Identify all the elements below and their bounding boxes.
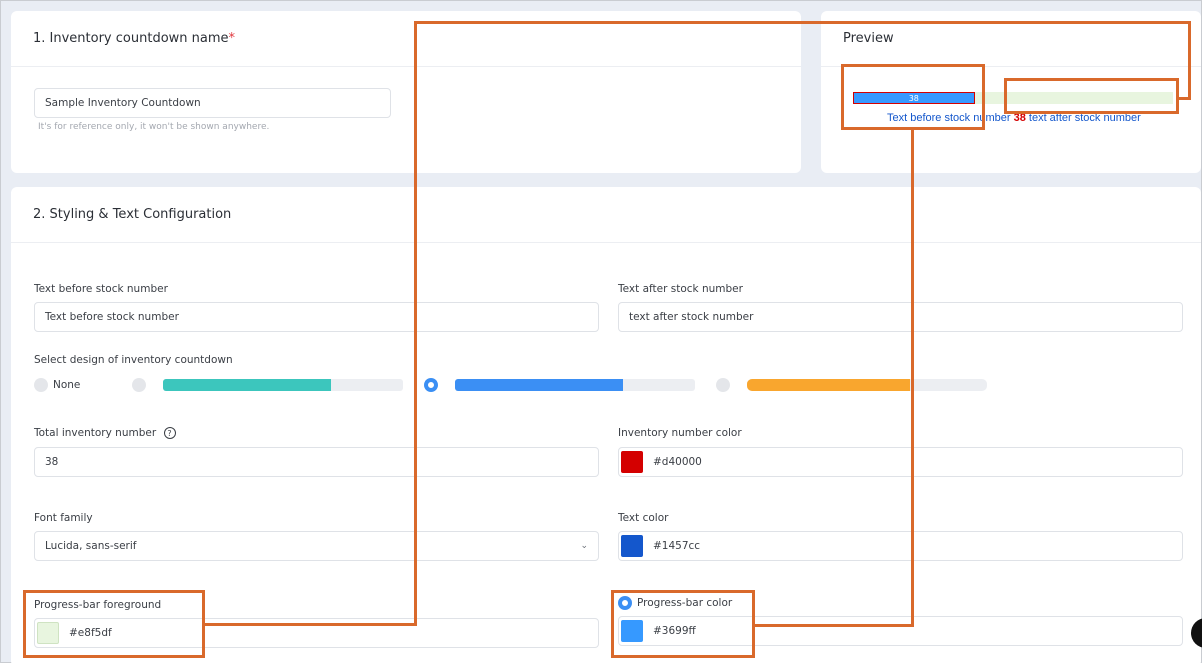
design-orange-fill bbox=[747, 379, 911, 391]
design-blue-radio[interactable] bbox=[424, 378, 438, 392]
total-inventory-label-text: Total inventory number bbox=[34, 427, 157, 439]
text-color-swatch[interactable] bbox=[621, 535, 643, 557]
design-blue-bar[interactable] bbox=[455, 379, 695, 391]
font-family-select[interactable]: Lucida, sans-serif ⌄ bbox=[34, 531, 599, 561]
callout-bar-color-field bbox=[611, 590, 755, 658]
preview-title: Preview bbox=[843, 31, 894, 46]
callout-preview-track bbox=[1004, 78, 1179, 114]
design-orange-radio[interactable] bbox=[716, 378, 730, 392]
preview-heading: Preview bbox=[821, 11, 1201, 67]
design-none-radio[interactable] bbox=[34, 378, 48, 392]
inventory-name-heading: 1. Inventory countdown name * bbox=[11, 11, 801, 67]
design-none-label: None bbox=[53, 379, 81, 391]
leader-line bbox=[414, 21, 1191, 24]
number-color-swatch[interactable] bbox=[621, 451, 643, 473]
leader-line bbox=[203, 623, 417, 626]
text-color-input[interactable]: #1457cc bbox=[618, 531, 1183, 561]
callout-preview-fill bbox=[841, 64, 985, 130]
leader-line bbox=[911, 130, 914, 627]
leader-line bbox=[1188, 21, 1191, 100]
total-inventory-input[interactable]: 38 bbox=[34, 447, 599, 477]
chevron-down-icon: ⌄ bbox=[580, 541, 588, 551]
inventory-name-input[interactable]: Sample Inventory Countdown bbox=[34, 88, 391, 118]
inventory-name-card: 1. Inventory countdown name * Sample Inve… bbox=[11, 11, 801, 173]
text-color-label: Text color bbox=[618, 512, 669, 524]
design-teal-bar[interactable] bbox=[163, 379, 403, 391]
styling-heading: 2. Styling & Text Configuration bbox=[11, 187, 1201, 243]
design-blue-fill bbox=[455, 379, 623, 391]
text-color-value: #1457cc bbox=[653, 540, 701, 552]
design-label: Select design of inventory countdown bbox=[34, 354, 233, 366]
text-after-label: Text after stock number bbox=[618, 283, 743, 295]
number-color-value: #d40000 bbox=[653, 456, 702, 468]
total-inventory-label: Total inventory number ? bbox=[34, 427, 176, 439]
leader-line bbox=[753, 624, 914, 627]
text-after-input[interactable]: text after stock number bbox=[618, 302, 1183, 332]
help-icon[interactable]: ? bbox=[163, 427, 176, 439]
text-before-label: Text before stock number bbox=[34, 283, 168, 295]
required-mark: * bbox=[228, 31, 236, 46]
inventory-name-title: 1. Inventory countdown name bbox=[33, 31, 229, 46]
font-family-label: Font family bbox=[34, 512, 93, 524]
callout-fg-field bbox=[23, 590, 205, 658]
design-teal-radio[interactable] bbox=[132, 378, 146, 392]
number-color-input[interactable]: #d40000 bbox=[618, 447, 1183, 477]
design-orange-bar[interactable] bbox=[747, 379, 987, 391]
font-family-value: Lucida, sans-serif bbox=[45, 540, 137, 552]
design-teal-fill bbox=[163, 379, 331, 391]
leader-line bbox=[1179, 97, 1191, 100]
inventory-name-hint: It's for reference only, it won't be sho… bbox=[38, 122, 270, 132]
number-color-label: Inventory number color bbox=[618, 427, 742, 439]
leader-line bbox=[414, 21, 417, 626]
styling-title: 2. Styling & Text Configuration bbox=[33, 207, 232, 222]
text-before-input[interactable]: Text before stock number bbox=[34, 302, 599, 332]
